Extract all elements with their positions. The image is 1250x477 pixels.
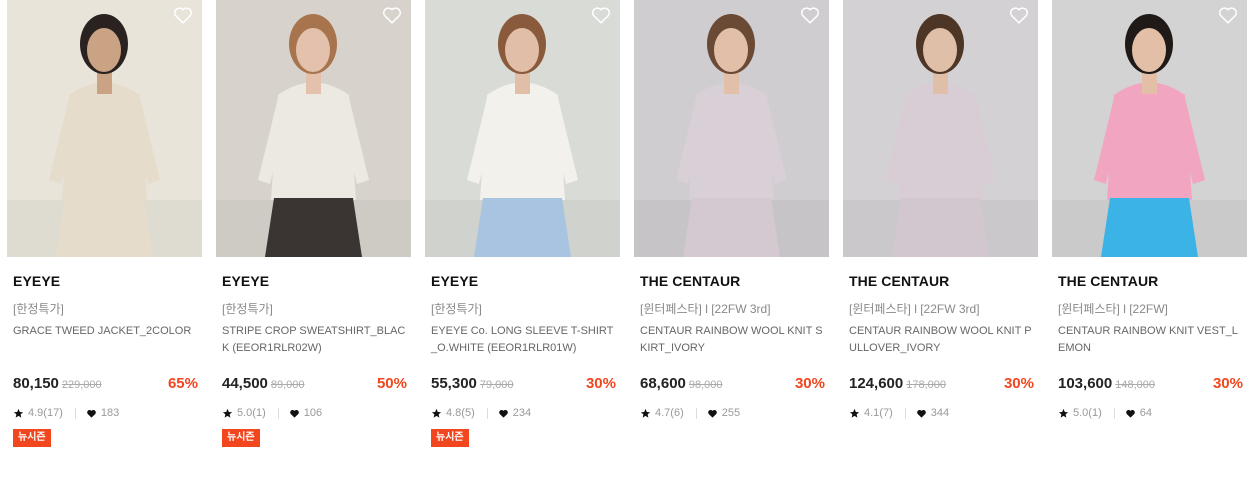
original-price: 229,000 <box>61 379 102 391</box>
discount-rate: 30% <box>585 375 616 392</box>
divider <box>904 407 906 419</box>
divider <box>486 407 488 419</box>
promo-tag: [한정특가] <box>222 302 273 316</box>
discount-rate: 50% <box>376 375 407 392</box>
price-row: 55,300 79,000 30% <box>431 375 616 395</box>
discount-rate: 30% <box>794 375 825 392</box>
price-row: 103,600 148,000 30% <box>1058 375 1243 395</box>
product-image[interactable] <box>634 0 829 257</box>
star-icon <box>13 408 28 419</box>
brand-name[interactable]: EYEYE <box>431 273 620 290</box>
product-card[interactable]: EYEYE [한정특가] GRACE TWEED JACKET_2COLOR 80,1… <box>7 0 202 447</box>
wishlist-heart-icon[interactable] <box>590 4 612 26</box>
wishlist-heart-icon[interactable] <box>172 4 194 26</box>
promo-tag: [윈터페스타] l [22FW] <box>1058 302 1168 316</box>
product-card[interactable]: THE CENTAUR [윈터페스타] l [22FW 3rd] CENTAUR R… <box>843 0 1038 421</box>
likes-count: 106 <box>303 407 323 419</box>
likes-heart-icon <box>707 408 722 419</box>
product-name[interactable]: CENTAUR RAINBOW WOOL KNIT PULLOVER_IVORY <box>849 323 1034 357</box>
promo-tag: [한정특가] <box>13 302 64 316</box>
rating-text: 5.0(1) <box>1073 407 1102 419</box>
wishlist-heart-icon[interactable] <box>381 4 403 26</box>
likes-heart-icon <box>916 408 931 419</box>
product-card[interactable]: EYEYE [한정특가] STRIPE CROP SWEATSHIRT_BLACK … <box>216 0 411 447</box>
product-image[interactable] <box>216 0 411 257</box>
likes-count: 344 <box>930 407 950 419</box>
price-row: 44,500 89,000 50% <box>222 375 407 395</box>
wishlist-heart-icon[interactable] <box>799 4 821 26</box>
star-icon <box>849 408 864 419</box>
wishlist-heart-icon[interactable] <box>1217 4 1239 26</box>
product-name[interactable]: EYEYE Co. LONG SLEEVE T-SHIRT_O.WHITE (E… <box>431 323 616 357</box>
wishlist-heart-icon[interactable] <box>1008 4 1030 26</box>
likes-count: 183 <box>100 407 120 419</box>
likes-count: 255 <box>721 407 741 419</box>
product-card[interactable]: THE CENTAUR [윈터페스타] l [22FW 3rd] CENTAUR R… <box>634 0 829 421</box>
promo-tag: [윈터페스타] l [22FW 3rd] <box>640 302 771 316</box>
likes-heart-icon <box>498 408 513 419</box>
new-season-badge: 뉴시즌 <box>13 429 51 447</box>
divider <box>1113 407 1115 419</box>
product-image[interactable] <box>7 0 202 257</box>
rating-text: 4.7(6) <box>655 407 684 419</box>
discount-rate: 30% <box>1003 375 1034 392</box>
price-row: 124,600 178,000 30% <box>849 375 1034 395</box>
rating-text: 4.9(17) <box>28 407 63 419</box>
star-icon <box>640 408 655 419</box>
divider <box>74 407 76 419</box>
price-row: 80,150 229,000 65% <box>13 375 198 395</box>
original-price: 89,000 <box>270 379 305 391</box>
product-name[interactable]: CENTAUR RAINBOW KNIT VEST_LEMON <box>1058 323 1243 357</box>
sale-price: 68,600 <box>640 375 686 392</box>
review-meta: 5.0(1) 106 <box>222 405 411 421</box>
likes-heart-icon <box>86 408 101 419</box>
original-price: 98,000 <box>688 379 723 391</box>
divider <box>695 407 697 419</box>
original-price: 79,000 <box>479 379 514 391</box>
review-meta: 4.7(6) 255 <box>640 405 829 421</box>
rating-text: 4.1(7) <box>864 407 893 419</box>
brand-name[interactable]: EYEYE <box>13 273 202 290</box>
product-image[interactable] <box>1052 0 1247 257</box>
product-image[interactable] <box>425 0 620 257</box>
likes-count: 234 <box>512 407 532 419</box>
star-icon <box>222 408 237 419</box>
review-meta: 4.9(17) 183 <box>13 405 202 421</box>
sale-price: 80,150 <box>13 375 59 392</box>
new-season-badge: 뉴시즌 <box>431 429 469 447</box>
review-meta: 4.1(7) 344 <box>849 405 1038 421</box>
likes-heart-icon <box>1125 408 1140 419</box>
discount-rate: 30% <box>1212 375 1243 392</box>
sale-price: 44,500 <box>222 375 268 392</box>
discount-rate: 65% <box>167 375 198 392</box>
star-icon <box>1058 408 1073 419</box>
sale-price: 55,300 <box>431 375 477 392</box>
likes-heart-icon <box>289 408 304 419</box>
review-meta: 5.0(1) 64 <box>1058 405 1247 421</box>
original-price: 178,000 <box>906 379 946 391</box>
sale-price: 124,600 <box>849 375 904 392</box>
brand-name[interactable]: THE CENTAUR <box>640 273 829 290</box>
product-name[interactable]: CENTAUR RAINBOW WOOL KNIT SKIRT_IVORY <box>640 323 825 357</box>
promo-tag: [한정특가] <box>431 302 482 316</box>
likes-count: 64 <box>1139 407 1152 419</box>
product-image[interactable] <box>843 0 1038 257</box>
product-name[interactable]: STRIPE CROP SWEATSHIRT_BLACK (EEOR1RLR02… <box>222 323 407 357</box>
product-card[interactable]: EYEYE [한정특가] EYEYE Co. LONG SLEEVE T-SHIRT… <box>425 0 620 447</box>
promo-tag: [윈터페스타] l [22FW 3rd] <box>849 302 980 316</box>
product-card[interactable]: THE CENTAUR [윈터페스타] l [22FW] CENTAUR RAINB… <box>1052 0 1247 421</box>
brand-name[interactable]: EYEYE <box>222 273 411 290</box>
brand-name[interactable]: THE CENTAUR <box>1058 273 1247 290</box>
rating-text: 5.0(1) <box>237 407 266 419</box>
review-meta: 4.8(5) 234 <box>431 405 620 421</box>
original-price: 148,000 <box>1115 379 1155 391</box>
brand-name[interactable]: THE CENTAUR <box>849 273 1038 290</box>
product-name[interactable]: GRACE TWEED JACKET_2COLOR <box>13 323 198 357</box>
price-row: 68,600 98,000 30% <box>640 375 825 395</box>
sale-price: 103,600 <box>1058 375 1113 392</box>
rating-text: 4.8(5) <box>446 407 475 419</box>
divider <box>277 407 279 419</box>
new-season-badge: 뉴시즌 <box>222 429 260 447</box>
star-icon <box>431 408 446 419</box>
